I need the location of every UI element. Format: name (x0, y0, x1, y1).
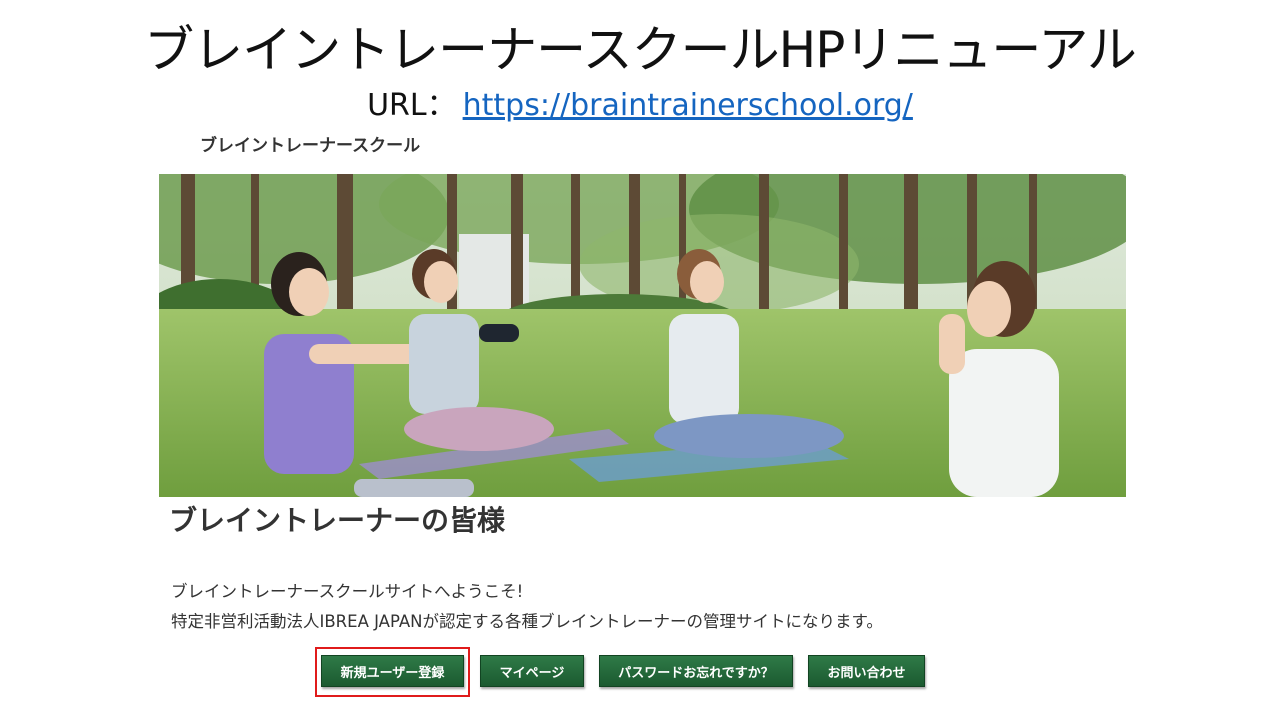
contact-button[interactable]: お問い合わせ (808, 655, 925, 687)
url-label: URL： (367, 88, 457, 123)
site-logo[interactable]: ブレイントレーナースクール (200, 133, 420, 159)
welcome-text: ブレイントレーナースクールサイトへようこそ! 特定非営利活動法人IBREA JA… (171, 577, 883, 637)
welcome-line: 特定非営利活動法人IBREA JAPANが認定する各種ブレイントレーナーの管理サ… (171, 612, 883, 631)
forgot-password-button[interactable]: パスワードお忘れですか？ (599, 655, 793, 687)
register-button[interactable]: 新規ユーザー登録 (321, 655, 464, 687)
site-url-link[interactable]: https://braintrainerschool.org/ (463, 88, 913, 123)
url-line: URL： https://braintrainerschool.org/ (0, 84, 1280, 128)
welcome-line: ブレイントレーナースクールサイトへようこそ! (171, 582, 524, 601)
page-heading: ブレイントレーナーの皆様 (169, 504, 506, 537)
slide-title: ブレイントレーナースクールHPリニューアル (144, 21, 1137, 79)
mypage-button[interactable]: マイページ (480, 655, 584, 687)
hero-image (159, 174, 1126, 497)
